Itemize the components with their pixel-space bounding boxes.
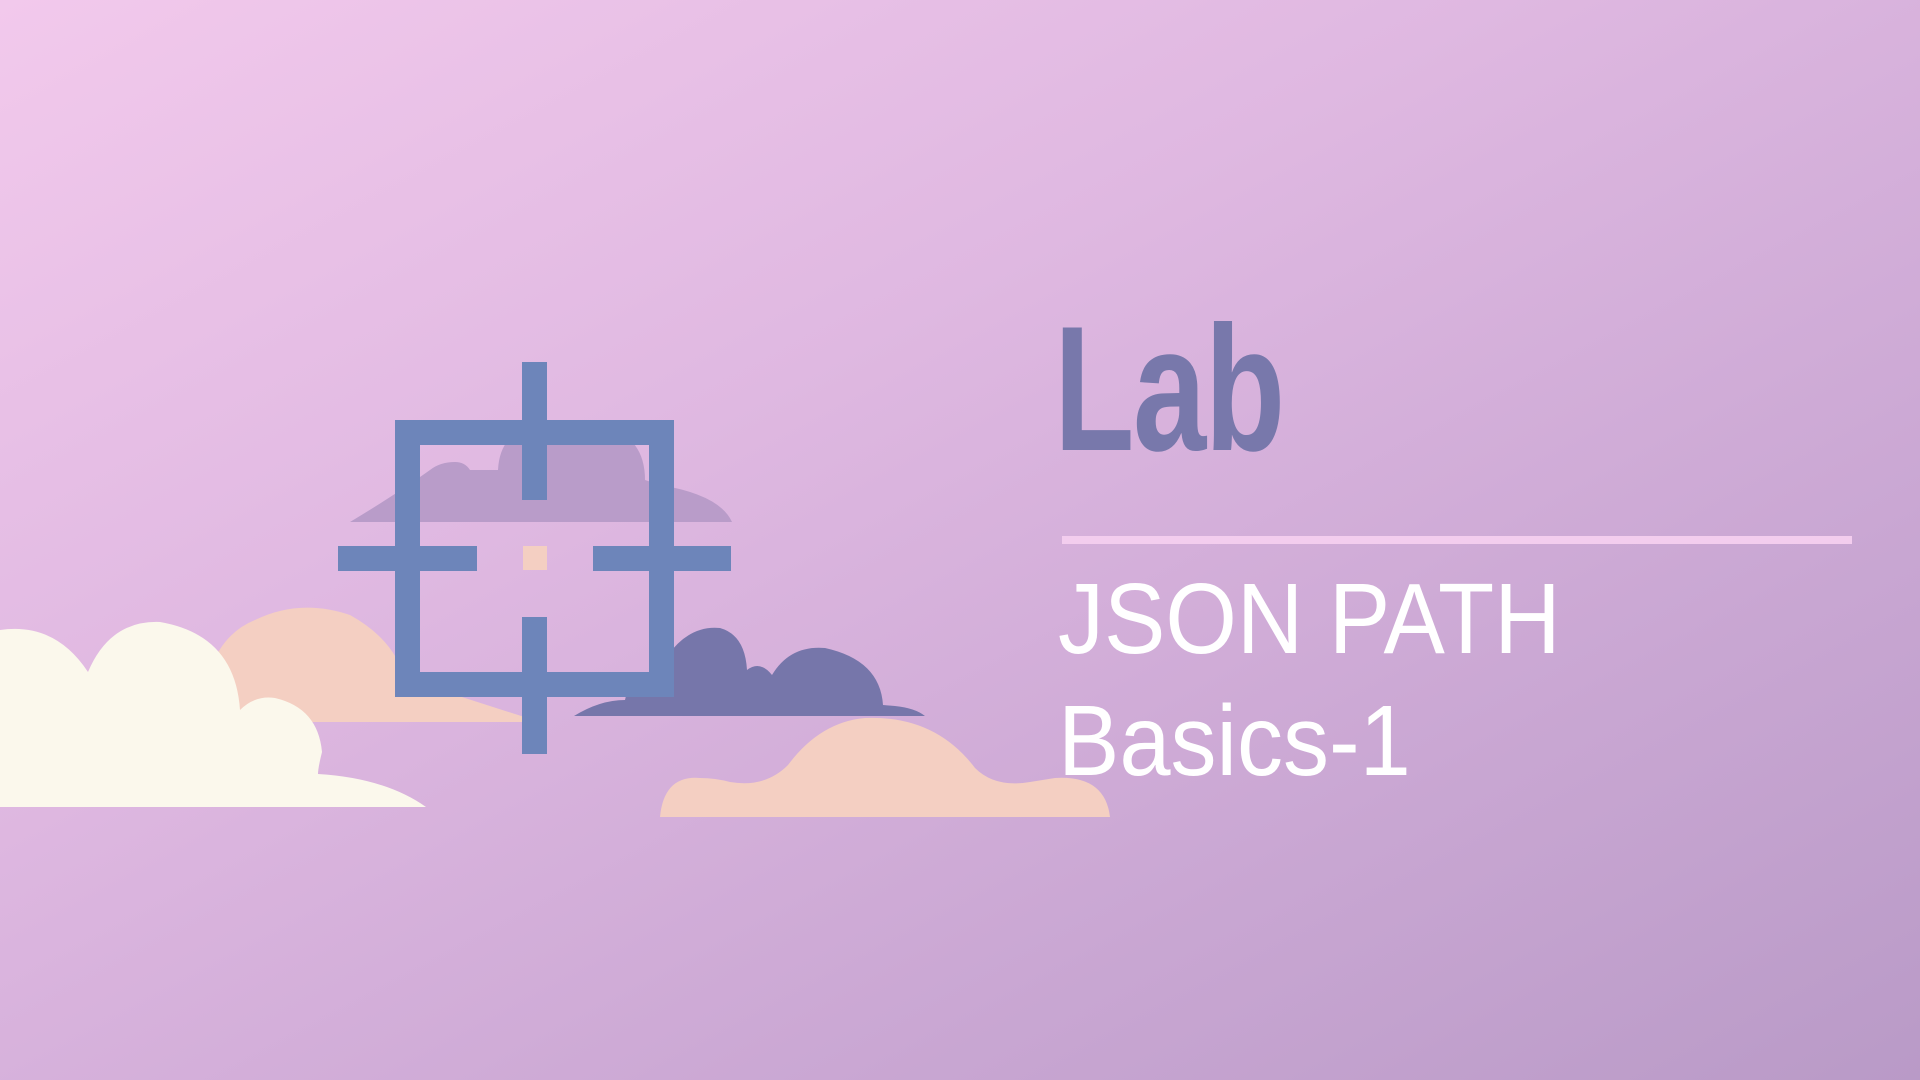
cloud-purple (574, 627, 925, 716)
topic-line-1: JSON PATH (1058, 563, 1561, 675)
lab-heading: Lab (1054, 289, 1285, 488)
title-divider (1062, 536, 1852, 544)
topic-line-2: Basics-1 (1058, 685, 1411, 797)
topic-title: JSON PATH Basics-1 (1058, 558, 1604, 802)
cloud-peach-front (660, 717, 1110, 817)
title-block: Lab JSON PATH Basics-1 (1054, 300, 1858, 797)
crosshair-center-dot (523, 546, 547, 570)
